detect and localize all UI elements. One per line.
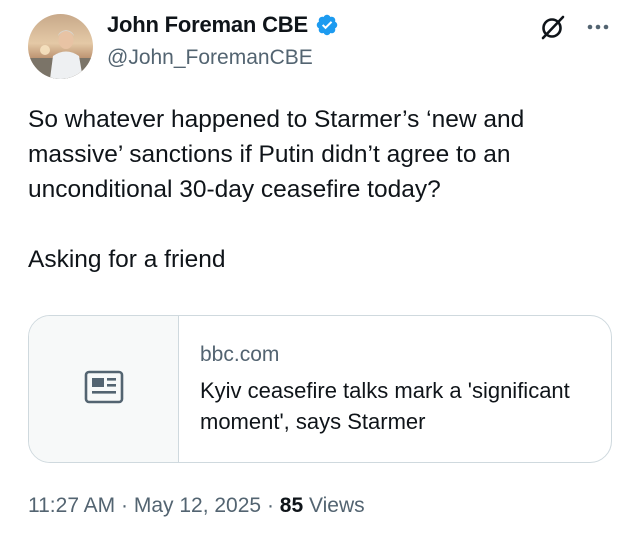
author-handle[interactable]: @John_ForemanCBE [107, 46, 313, 70]
meta-separator: · [115, 494, 134, 517]
tweet-text: So whatever happened to Starmer’s ‘new a… [28, 106, 525, 273]
author-name[interactable]: John Foreman CBE [107, 12, 308, 38]
tweet-date[interactable]: May 12, 2025 [134, 494, 261, 518]
meta-separator: · [261, 494, 280, 517]
article-icon [84, 370, 124, 409]
grok-icon[interactable] [540, 14, 566, 40]
tweet-time[interactable]: 11:27 AM [28, 494, 115, 518]
link-card-title: Kyiv ceasefire talks mark a 'significant… [200, 378, 570, 434]
verified-badge-icon [315, 13, 339, 37]
tweet-meta: 11:27 AM · May 12, 2025 · 85 Views [28, 494, 365, 518]
link-card-domain: bbc.com [200, 343, 280, 366]
more-icon[interactable] [584, 15, 612, 39]
views-count[interactable]: 85 [280, 494, 303, 518]
link-card-thumbnail [29, 316, 179, 462]
views-label: Views [303, 494, 365, 517]
link-card[interactable]: bbc.com Kyiv ceasefire talks mark a 'sig… [28, 315, 612, 463]
avatar[interactable] [28, 14, 93, 79]
